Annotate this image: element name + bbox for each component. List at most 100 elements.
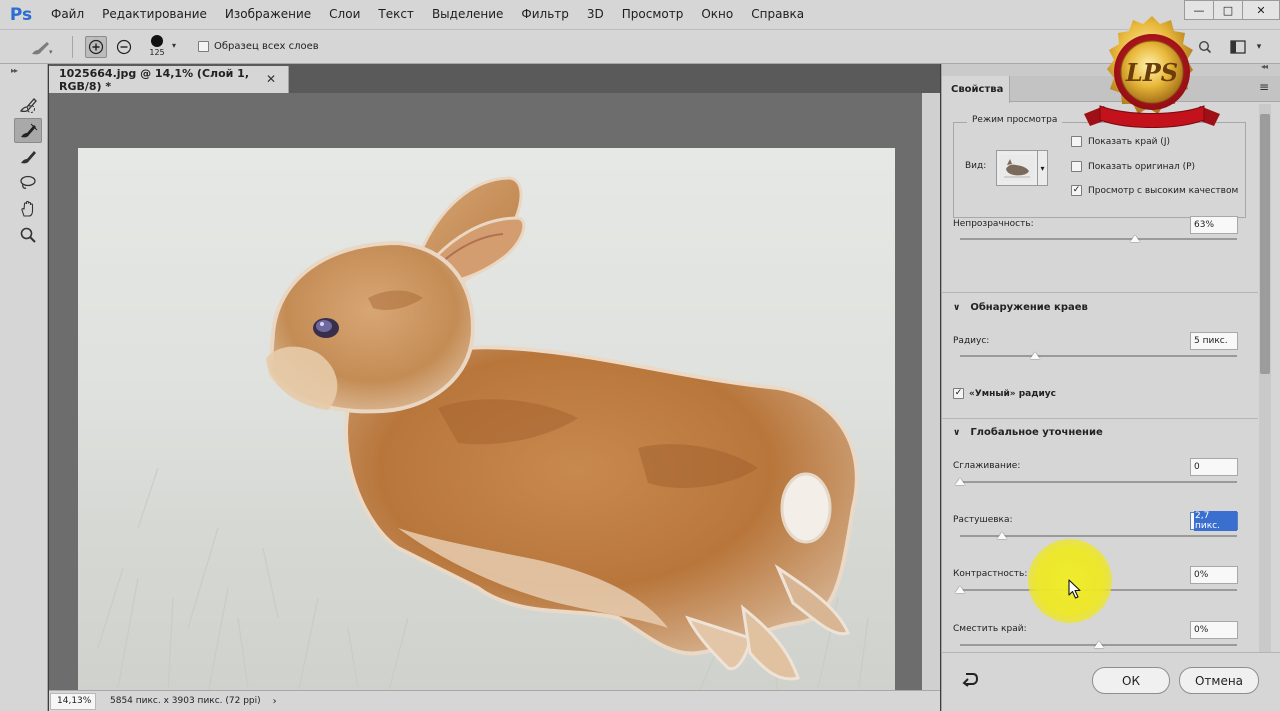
menu-file[interactable]: Файл [42,0,93,29]
add-to-selection-button[interactable] [85,36,107,58]
smooth-field[interactable]: 0 [1190,458,1238,476]
menu-filter[interactable]: Фильтр [512,0,577,29]
close-button[interactable]: ✕ [1242,0,1280,20]
feather-field[interactable]: 2,7 пикс. [1190,511,1238,531]
high-quality-preview-label: Просмотр с высоким качеством [1088,185,1239,196]
brush-icon [21,150,36,163]
tool-list [9,88,44,268]
high-quality-preview-checkbox[interactable]: ✓ [1071,185,1082,196]
opacity-slider-track[interactable] [960,238,1237,240]
shift-edge-label: Сместить край: [953,624,1027,634]
feather-slider-thumb[interactable] [996,532,1007,539]
panel-scrollbar[interactable] [1259,104,1271,652]
view-mode-title: Режим просмотра [967,115,1063,125]
refine-edge-brush-tool[interactable] [14,118,42,143]
chevron-right-icon[interactable]: › [273,696,277,707]
menu-select[interactable]: Выделение [423,0,512,29]
reset-icon[interactable] [960,669,980,689]
menu-3d[interactable]: 3D [578,0,613,29]
hand-icon [21,200,34,217]
menu-type[interactable]: Текст [369,0,423,29]
workspace-icon[interactable] [1229,38,1247,56]
menu-image[interactable]: Изображение [216,0,320,29]
shift-edge-slider-thumb[interactable] [1093,641,1104,648]
show-edge-checkbox[interactable] [1071,136,1082,147]
section-divider [942,418,1258,419]
brush-tool[interactable] [14,144,42,169]
opacity-field[interactable]: 63% [1190,216,1238,234]
tab-properties[interactable]: Свойства [942,76,1010,103]
minus-circle-icon [116,39,132,55]
panel-footer: ОК Отмена [942,652,1280,711]
menu-layers[interactable]: Слои [320,0,369,29]
opacity-label: Непрозрачность: [953,219,1034,229]
menu-window[interactable]: Окно [692,0,742,29]
badge-text: LPS [1125,58,1178,87]
panel-collapse-icon[interactable]: ◂◂ [1261,62,1268,71]
chevron-down-icon[interactable]: ▾ [1250,38,1268,56]
document-area: 1025664.jpg @ 14,1% (Слой 1, RGB/8) * ✕ [49,64,940,711]
quick-selection-tool[interactable] [14,92,42,117]
smart-radius-checkbox[interactable]: ✓ [953,388,964,399]
shift-edge-field[interactable]: 0% [1190,621,1238,639]
menu-help[interactable]: Справка [742,0,813,29]
subtract-from-selection-button[interactable] [113,36,135,58]
properties-panel: ◂◂ Свойства ≡ Режим просмотра Вид: ▾ Пок… [941,62,1280,711]
chevron-down-icon: ∨ [953,427,961,438]
tools-panel: ▸▸ [0,64,48,711]
document-title: 1025664.jpg @ 14,1% (Слой 1, RGB/8) * [59,66,250,93]
feather-label: Растушевка: [953,515,1013,525]
lasso-icon [20,175,36,189]
brush-icon: ▾ [32,42,53,56]
global-refinements-header[interactable]: ∨ Глобальное уточнение [953,427,1103,438]
photoshop-logo: Ps [9,4,33,25]
show-original-label: Показать оригинал (P) [1088,161,1196,172]
smart-radius-label: «Умный» радиус [969,388,1057,399]
menu-edit[interactable]: Редактирование [93,0,216,29]
panel-menu-icon[interactable]: ≡ [1259,80,1269,94]
canvas-background [49,93,922,694]
opacity-slider-thumb[interactable] [1129,235,1140,242]
lasso-tool[interactable] [14,170,42,195]
zoom-level-field[interactable]: 14,13% [50,692,96,710]
radius-slider-track[interactable] [960,355,1237,357]
chevron-down-icon: ▾ [1037,151,1047,185]
quick-selection-icon [19,97,37,113]
status-bar: 14,13% 5854 пикс. x 3903 пикс. (72 ppi) … [49,690,940,711]
zoom-tool[interactable] [14,222,42,247]
brush-size-picker[interactable]: 125 [146,32,168,62]
document-info: 5854 пикс. x 3903 пикс. (72 ppi) [110,696,261,706]
view-mode-dropdown[interactable]: ▾ [996,150,1048,186]
section-divider [942,292,1258,293]
scrollbar-thumb[interactable] [1260,114,1270,374]
smooth-slider-thumb[interactable] [955,478,965,485]
contrast-label: Контрастность: [953,569,1028,579]
smooth-slider-track[interactable] [960,481,1237,483]
chevron-down-icon[interactable]: ▾ [172,41,176,50]
radius-slider-thumb[interactable] [1029,352,1040,359]
edge-detection-header[interactable]: ∨ Обнаружение краев [953,302,1088,313]
show-original-option[interactable]: Показать оригинал (P) [1071,161,1195,172]
vertical-scrollbar[interactable] [922,93,940,690]
contrast-slider-thumb[interactable] [955,586,965,593]
sample-all-layers-label: Образец всех слоев [214,41,319,52]
document-canvas[interactable] [78,148,895,694]
sample-all-layers-checkbox[interactable]: Образец всех слоев [198,41,319,52]
menu-view[interactable]: Просмотр [613,0,693,29]
panel-grip-icon[interactable]: ▸▸ [11,66,18,75]
high-quality-preview-option[interactable]: ✓ Просмотр с высоким качеством [1071,185,1238,196]
hand-tool[interactable] [14,196,42,221]
ok-button[interactable]: ОК [1092,667,1170,694]
document-tab[interactable]: 1025664.jpg @ 14,1% (Слой 1, RGB/8) * ✕ [49,66,289,93]
cancel-button[interactable]: Отмена [1179,667,1259,694]
contrast-field[interactable]: 0% [1190,566,1238,584]
smart-radius-option[interactable]: ✓ «Умный» радиус [953,388,1056,399]
checkbox-box[interactable] [198,41,209,52]
chevron-down-icon: ∨ [953,302,961,313]
radius-field[interactable]: 5 пикс. [1190,332,1238,350]
mouse-pointer-icon [1068,579,1081,599]
close-icon[interactable]: ✕ [266,72,276,86]
options-separator [72,36,73,58]
tool-preset-picker[interactable]: ▾ [26,37,56,59]
show-original-checkbox[interactable] [1071,161,1082,172]
